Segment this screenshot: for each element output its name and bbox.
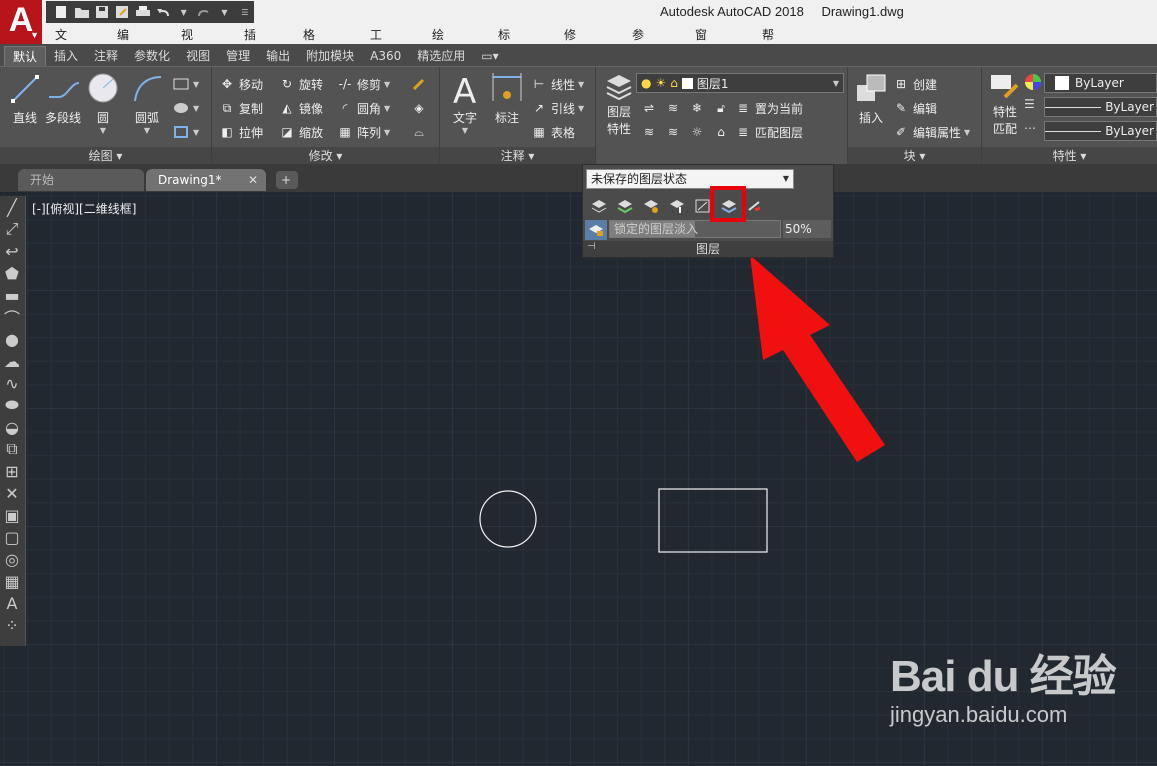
- locked-layer-fade-icon[interactable]: [585, 220, 607, 240]
- layer-previous-icon[interactable]: [587, 195, 611, 217]
- layer-panel-footer[interactable]: ⊣ 图层: [583, 241, 833, 257]
- layer-delete-icon[interactable]: [665, 195, 689, 217]
- red-arrow-annotation: [750, 255, 885, 462]
- fade-slider-label: 锁定的图层淡入: [614, 222, 699, 236]
- layer-panel-title: 图层: [695, 242, 720, 256]
- change-to-current-icon[interactable]: [743, 195, 767, 217]
- locked-layer-fade-slider[interactable]: 锁定的图层淡入: [609, 220, 781, 238]
- layer-walk-icon[interactable]: [613, 195, 637, 217]
- watermark-brand: Bai du 经验: [890, 652, 1117, 701]
- layer-state-dropdown[interactable]: 未保存的图层状态 ▼: [586, 169, 794, 189]
- watermark: Bai du 经验 jingyan.baidu.com: [890, 640, 1117, 728]
- highlight-box: [710, 186, 746, 222]
- drawn-rectangle[interactable]: [658, 488, 768, 553]
- layer-state-value: 未保存的图层状态: [591, 172, 688, 186]
- fade-value-input[interactable]: 50%: [783, 220, 831, 238]
- layer-panel-expanded: 未保存的图层状态 ▼ 锁定的图层淡入 50% ⊣ 图层: [582, 164, 834, 258]
- chevron-down-icon: ▼: [782, 174, 789, 183]
- layer-merge-icon[interactable]: [639, 195, 663, 217]
- pin-icon[interactable]: ⊣: [587, 239, 596, 255]
- watermark-url: jingyan.baidu.com: [890, 702, 1068, 727]
- drawn-circle[interactable]: [479, 490, 537, 548]
